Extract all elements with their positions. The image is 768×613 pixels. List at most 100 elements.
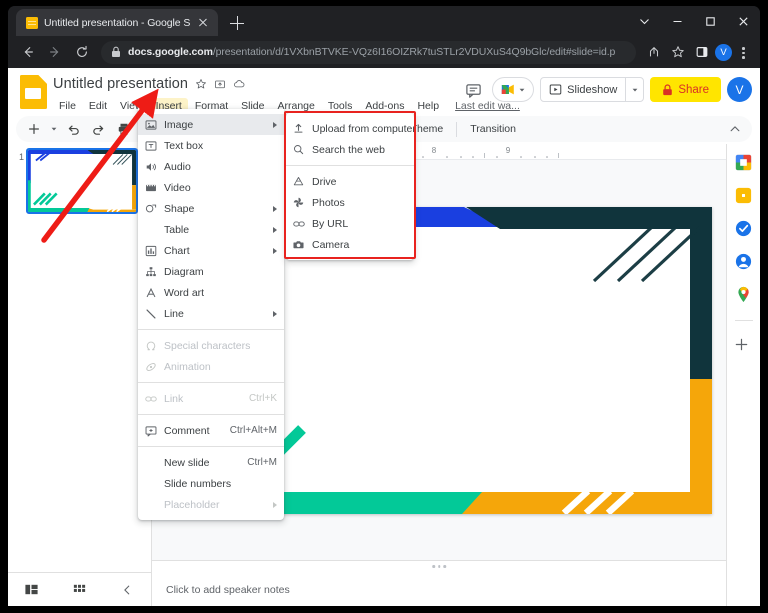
menu-item-slide-numbers[interactable]: Slide numbers [138,473,284,494]
google-tasks-icon[interactable] [734,219,753,238]
redo-button[interactable] [87,118,110,141]
reload-icon[interactable] [70,40,94,64]
divider [734,320,753,321]
menu-item-line[interactable]: Line [138,303,284,324]
insert-dropdown-menu[interactable]: Image Text box Audio Video Shape Table C… [138,109,284,520]
photos-icon [293,197,312,208]
share-button[interactable]: Share [650,77,721,102]
cloud-status-icon[interactable] [233,78,246,90]
browser-profile-avatar[interactable]: V [715,43,732,61]
menu-item-audio[interactable]: Audio [138,156,284,177]
menu-edit[interactable]: Edit [83,98,113,114]
slideshow-button[interactable]: Slideshow [540,77,645,102]
lock-icon [663,83,673,95]
filmstrip-view-button[interactable] [19,577,45,603]
present-icon [549,84,562,95]
submenu-item-camera[interactable]: Camera [286,234,414,255]
google-keep-icon[interactable] [734,186,753,205]
new-slide-button[interactable] [22,118,45,141]
submenu-item-by-url[interactable]: By URL [286,213,414,234]
menu-item-comment[interactable]: Comment Ctrl+Alt+M [138,420,284,441]
share-page-icon[interactable] [643,41,665,63]
submenu-item-search-the-web[interactable]: Search the web [286,139,414,160]
minimize-icon[interactable] [661,6,694,36]
transition-label: Transition [470,123,516,135]
page-title[interactable]: Untitled presentation [53,76,188,92]
divider [138,382,284,383]
divider [138,414,284,415]
new-slide-dropdown[interactable] [47,118,60,141]
google-meet-button[interactable] [492,77,535,102]
print-button[interactable] [112,118,135,141]
speaker-notes-panel[interactable]: Click to add speaker notes [152,560,726,606]
close-icon[interactable] [196,16,210,30]
collapse-filmstrip-button[interactable] [114,577,140,603]
speaker-notes-placeholder[interactable]: Click to add speaker notes [166,584,290,596]
menu-file[interactable]: File [53,98,82,114]
list-item[interactable]: 1 [8,148,151,214]
link-icon [145,393,164,405]
shape-icon [145,203,164,215]
browser-menu-icon[interactable] [734,42,752,62]
avatar[interactable]: V [727,77,752,102]
menu-item-new-slide[interactable]: New slide Ctrl+M [138,452,284,473]
divider [138,329,284,330]
add-panel-button[interactable] [734,337,753,356]
new-tab-button[interactable] [224,10,250,36]
browser-tab[interactable]: Untitled presentation - Google S [16,9,219,36]
undo-button[interactable] [62,118,85,141]
menu-addons[interactable]: Add-ons [359,98,410,114]
menu-item-video[interactable]: Video [138,177,284,198]
maximize-icon[interactable] [694,6,727,36]
menu-item-placeholder: Placeholder [138,494,284,515]
move-to-folder-icon[interactable] [214,78,226,90]
google-contacts-icon[interactable] [734,252,753,271]
menu-item-image[interactable]: Image [138,114,284,135]
collapse-toolbar-button[interactable] [723,118,746,141]
menu-item-table[interactable]: Table [138,219,284,240]
slides-favicon [26,16,38,29]
slideshow-dropdown-icon[interactable] [625,78,643,101]
google-maps-icon[interactable] [734,285,753,304]
menu-help[interactable]: Help [411,98,445,114]
chevron-down-icon[interactable] [628,6,661,36]
upload-icon [293,123,312,134]
slide-thumbnail[interactable] [26,148,138,214]
transition-button[interactable]: Transition [463,118,523,140]
image-submenu[interactable]: Upload from computer Search the web Driv… [286,113,416,260]
tab-title: Untitled presentation - Google S [44,16,191,29]
title-block: Untitled presentation File Edit View Ins… [53,73,520,114]
screenshot-root: Untitled presentation - Google S docs.go… [0,0,768,613]
google-calendar-icon[interactable] [734,153,753,172]
close-window-icon[interactable] [727,6,760,36]
lock-icon [112,46,120,57]
chart-icon [145,245,164,257]
bookmark-star-icon[interactable] [667,41,689,63]
url-text: docs.google.com/presentation/d/1VXbnBTVK… [128,46,616,58]
menu-tools[interactable]: Tools [322,98,359,114]
menu-item-chart[interactable]: Chart [138,240,284,261]
tab-strip: Untitled presentation - Google S [8,6,760,36]
submenu-item-upload-from-computer[interactable]: Upload from computer [286,118,416,139]
side-panel-icon[interactable] [691,41,713,63]
notes-resize-handle[interactable] [432,565,446,568]
slideshow-label: Slideshow [567,83,618,96]
comment-history-icon[interactable] [460,77,486,103]
menu-item-word-art[interactable]: Word art [138,282,284,303]
menu-item-diagram[interactable]: Diagram [138,261,284,282]
back-icon[interactable] [16,40,40,64]
chevron-left-icon [124,585,130,594]
omega-icon [145,340,164,352]
address-bar[interactable]: docs.google.com/presentation/d/1VXbnBTVK… [101,40,636,64]
star-icon[interactable] [195,78,207,90]
submenu-item-photos[interactable]: Photos [286,192,414,213]
menu-item-shape[interactable]: Shape [138,198,284,219]
submenu-item-drive[interactable]: Drive [286,171,414,192]
chevron-right-icon [273,247,277,254]
divider [138,446,284,447]
grid-view-button[interactable] [66,577,92,603]
forward-icon[interactable] [43,40,67,64]
slide-filmstrip: 1 [8,144,152,606]
menu-item-text-box[interactable]: Text box [138,135,284,156]
google-slides-logo [20,75,47,109]
